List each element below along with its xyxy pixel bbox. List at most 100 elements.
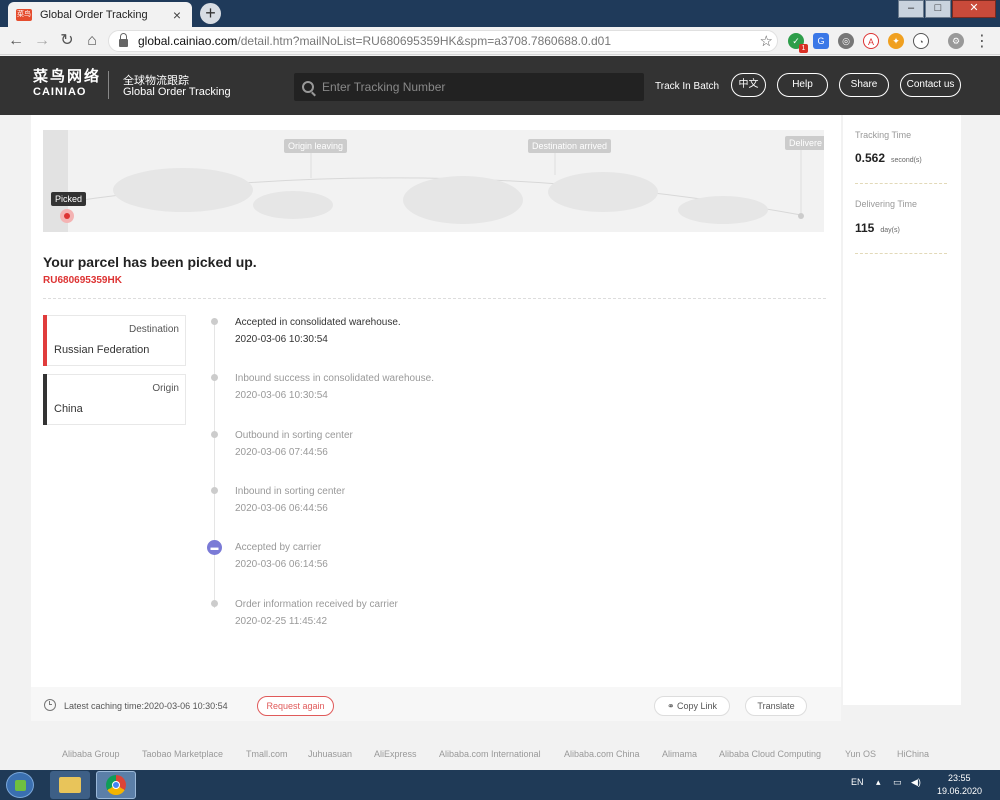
cainiao-favicon-icon: 菜鸟 [16, 8, 32, 21]
delivered-stage-dot [798, 213, 804, 219]
tracking-time-label: Tracking Time [855, 130, 912, 140]
destination-value: Russian Federation [54, 344, 150, 356]
event-dot [211, 431, 218, 438]
tracking-number-input[interactable] [322, 80, 636, 94]
translate-extension-icon[interactable]: G [813, 33, 829, 49]
copy-link-button[interactable]: ⚭ Copy Link [654, 696, 730, 716]
picked-stage-dot [64, 213, 70, 219]
caching-time-text: Latest caching time:2020-03-06 10:30:54 [64, 701, 228, 711]
globe-extension-icon[interactable]: ◎ [838, 33, 854, 49]
logo-divider [108, 71, 109, 99]
tracking-time-number: 0.562 [855, 151, 886, 165]
back-button[interactable]: ← [6, 31, 26, 51]
url-host: global.cainiao.com [138, 34, 238, 48]
file-explorer-taskbar-icon[interactable] [50, 771, 90, 799]
request-again-button[interactable]: Request again [257, 696, 334, 716]
settings-extension-icon[interactable]: ⚙ [948, 33, 964, 49]
footer-link[interactable]: HiChina [897, 749, 929, 759]
url-path: /detail.htm?mailNoList=RU680695359HK&spm… [237, 34, 611, 48]
speedometer-extension-icon[interactable]: ◔ [913, 33, 929, 49]
event-description: Accepted by carrier [235, 542, 322, 553]
cainiao-logo[interactable]: 菜鸟网络 CAINIAO [33, 69, 101, 99]
destination-accent-bar [43, 315, 47, 366]
event-description: Inbound in sorting center [235, 486, 346, 497]
logo-english: CAINIAO [33, 86, 87, 98]
origin-accent-bar [43, 374, 47, 425]
browser-menu-icon[interactable]: ⋮ [974, 31, 990, 51]
parcel-status-title: Your parcel has been picked up. [43, 254, 257, 270]
browser-toolbar: ← → ↻ ⌂ global.cainiao.com/detail.htm?ma… [0, 27, 1000, 55]
tray-expand-icon[interactable]: ▴ [876, 777, 881, 788]
world-map-graphic [43, 130, 804, 232]
tab-close-icon[interactable]: × [170, 7, 184, 23]
address-bar[interactable]: global.cainiao.com/detail.htm?mailNoList… [108, 30, 778, 52]
chrome-taskbar-icon[interactable] [96, 771, 136, 799]
event-dot [211, 487, 218, 494]
translate-button[interactable]: Translate [745, 696, 807, 716]
home-button[interactable]: ⌂ [82, 31, 102, 51]
contact-us-button[interactable]: Contact us [900, 73, 961, 97]
origin-card: Origin China [43, 374, 186, 425]
language-button[interactable]: 中文 [731, 73, 766, 97]
folder-icon [59, 777, 81, 793]
event-description: Inbound success in consolidated warehous… [235, 373, 435, 384]
volume-icon[interactable]: ◀) [911, 777, 921, 788]
chrome-icon-center [112, 781, 120, 789]
forward-button[interactable]: → [32, 31, 52, 51]
footer-links: Alibaba Group Taobao Marketplace Tmall.c… [0, 749, 1000, 769]
truck-icon: ▬ [207, 540, 222, 555]
close-window-button[interactable]: ✕ [952, 0, 996, 18]
window-controls: – □ ✕ [897, 0, 996, 18]
tracking-search [294, 73, 644, 101]
gear-extension-icon[interactable]: ✦ [888, 33, 904, 49]
tracking-time-unit: second(s) [891, 157, 922, 164]
event-dot [211, 318, 218, 325]
timeline-line [214, 318, 215, 608]
footer-link[interactable]: Alibaba.com International [439, 749, 541, 759]
event-time: 2020-03-06 10:30:54 [235, 390, 328, 401]
share-button[interactable]: Share [839, 73, 889, 97]
destination-card: Destination Russian Federation [43, 315, 186, 366]
copy-link-label: Copy Link [677, 701, 718, 711]
footer-link[interactable]: Juhuasuan [308, 749, 352, 759]
origin-value: China [54, 403, 83, 415]
stage-origin-leaving-label: Origin leaving [284, 139, 348, 153]
browser-tab[interactable]: 菜鸟 Global Order Tracking × [8, 2, 192, 27]
stage-delivered-label: Delivere [785, 136, 824, 150]
new-tab-button[interactable]: + [200, 3, 221, 24]
shield-extension-icon[interactable]: ✓ 1 [788, 33, 808, 53]
extensions-bar: ✓ 1 G ◎ A ✦ ◔ ⚙ [788, 33, 973, 53]
help-button[interactable]: Help [777, 73, 828, 97]
site-header: 菜鸟网络 CAINIAO 全球物流跟踪 Global Order Trackin… [0, 56, 1000, 115]
clock-icon [44, 699, 56, 711]
section-divider [43, 298, 826, 299]
logo-chinese: 菜鸟网络 [33, 68, 102, 85]
bookmark-star-icon[interactable]: ☆ [760, 32, 773, 50]
start-button[interactable] [6, 772, 34, 798]
footer-link[interactable]: Alibaba Group [62, 749, 120, 759]
lock-icon [119, 32, 128, 47]
event-dot [211, 600, 218, 607]
event-description: Outbound in sorting center [235, 430, 353, 441]
clock-time[interactable]: 23:55 [948, 773, 971, 783]
delivering-time-number: 115 [855, 221, 875, 235]
footer-link[interactable]: Taobao Marketplace [142, 749, 223, 759]
search-icon [302, 81, 314, 93]
tracking-time-value: 0.562 second(s) [855, 151, 922, 165]
footer-link[interactable]: Alibaba.com China [564, 749, 640, 759]
adblock-extension-icon[interactable]: A [863, 33, 879, 49]
footer-link[interactable]: Alibaba Cloud Computing [719, 749, 821, 759]
event-time: 2020-03-06 06:44:56 [235, 503, 328, 514]
maximize-button[interactable]: □ [925, 0, 951, 18]
reload-button[interactable]: ↻ [57, 31, 77, 51]
minimize-button[interactable]: – [898, 0, 924, 18]
footer-link[interactable]: Tmall.com [246, 749, 288, 759]
footer-link[interactable]: Yun OS [845, 749, 876, 759]
footer-link[interactable]: Alimama [662, 749, 697, 759]
event-description: Accepted in consolidated warehouse. [235, 317, 401, 328]
language-indicator[interactable]: EN [851, 777, 864, 787]
clock-date[interactable]: 19.06.2020 [937, 786, 982, 796]
network-icon[interactable]: ▭ [893, 777, 902, 788]
footer-link[interactable]: AliExpress [374, 749, 417, 759]
track-in-batch-link[interactable]: Track In Batch [655, 81, 719, 92]
